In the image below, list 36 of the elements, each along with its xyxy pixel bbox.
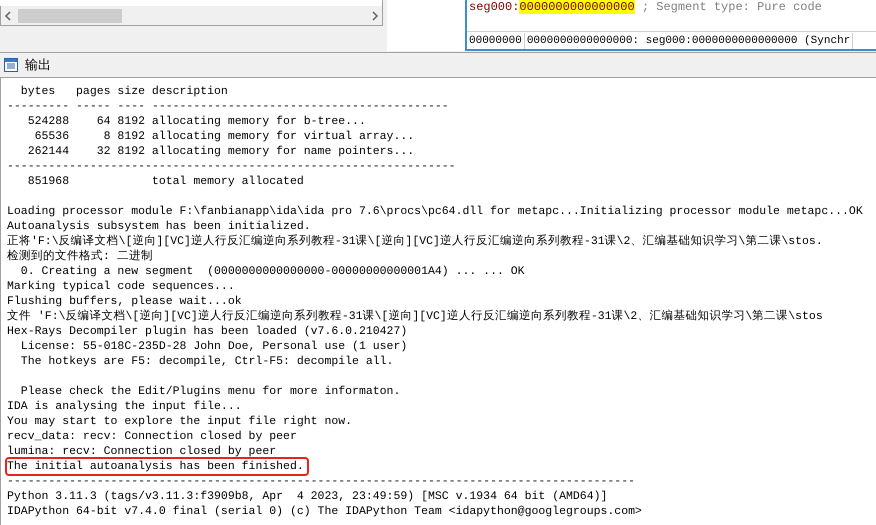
segment-label: seg000: (469, 0, 520, 14)
window-icon (3, 57, 19, 73)
log-line: IDAPython 64-bit v7.4.0 final (serial 0) (c) The IDAPython Team <idapython@googlegroups.com> (7, 505, 642, 518)
log-line: You may start to explore the input file right now. (7, 415, 352, 428)
log-line: Hex-Rays Decompiler plugin has been loaded (v7.6.0.210427) (7, 325, 408, 338)
log-line: recv_data: recv: Connection closed by peer (7, 430, 297, 443)
log-line: Please check the Edit/Plugins menu for more informaton. (20, 385, 400, 398)
comment-text: ; Segment type: Pure code (642, 0, 822, 14)
horizontal-scrollbar[interactable] (0, 6, 383, 26)
panel-title: 输出 (25, 56, 51, 74)
log-line: Flushing buffers, please wait...ok (7, 295, 242, 308)
log-line: Python 3.11.3 (tags/v3.11.3:f3909b8, Apr 4 2023, 23:49:59) [MSC v.1934 64 bit (AMD64)] (7, 490, 608, 503)
log-line: License: 55-018C-235D-28 John Doe, Personal use (1 user) (20, 340, 408, 353)
log-line: The initial autoanalysis has been finished. (7, 459, 307, 474)
log-line: ----------------------------------------------------------------- (7, 160, 456, 173)
log-line: The hotkeys are F5: decompile, Ctrl-F5: decompile all. (20, 355, 394, 368)
log-line: Loading processor module F:\fanbianapp\ida\ida pro 7.6\procs\pc64.dll for metapc...Initializing processor module metapc...OK (7, 205, 863, 218)
address-text[interactable]: 0000000000000000 (519, 0, 635, 14)
log-line: --------- ----- ---- ------------------------------------------- (7, 100, 449, 113)
scrollbar-thumb[interactable] (18, 8, 122, 22)
log-line: Marking typical code sequences... (7, 280, 235, 293)
log-line: IDA is analysing the input file... (7, 400, 242, 413)
log-line: 文件 'F:\反编译文档\[逆向][VC]逆人行反汇编逆向系列教程-31课\[逆向][VC]逆人行反汇编逆向系列教程-31课\2、汇编基础知识学习\第二课\stos (7, 310, 823, 323)
log-line: ------------------------------------------------------------------------------------------- (7, 475, 636, 488)
log-line: 851968 total memory allocated (26, 175, 304, 188)
log-line: bytes pages size description (20, 85, 228, 98)
status-field: 0000000000000000: seg000:0000000000000000 (Synchr (524, 32, 854, 48)
log-line: Autoanalysis subsystem has been initialized. (7, 220, 311, 233)
log-line: 524288 64 8192 allocating memory for b-tree... (26, 115, 366, 128)
log-line: lumina: recv: Connection closed by peer (7, 445, 276, 458)
log-line: 262144 32 8192 allocating memory for name pointers... (26, 145, 414, 158)
log-line: 65536 8 8192 allocating memory for virtual array... (34, 130, 414, 143)
log-line: 0. Creating a new segment (0000000000000000-00000000000001A4) ... ... OK (20, 265, 525, 278)
status-field: 00000000 (467, 32, 525, 48)
log-line: 检测到的文件格式: 二进制 (7, 250, 153, 263)
log-line: 正将'F:\反编译文档\[逆向][VC]逆人行反汇编逆向系列教程-31课\[逆向][VC]逆人行反汇编逆向系列教程-31课\2、汇编基础知识学习\第二课\stos. (7, 235, 823, 248)
